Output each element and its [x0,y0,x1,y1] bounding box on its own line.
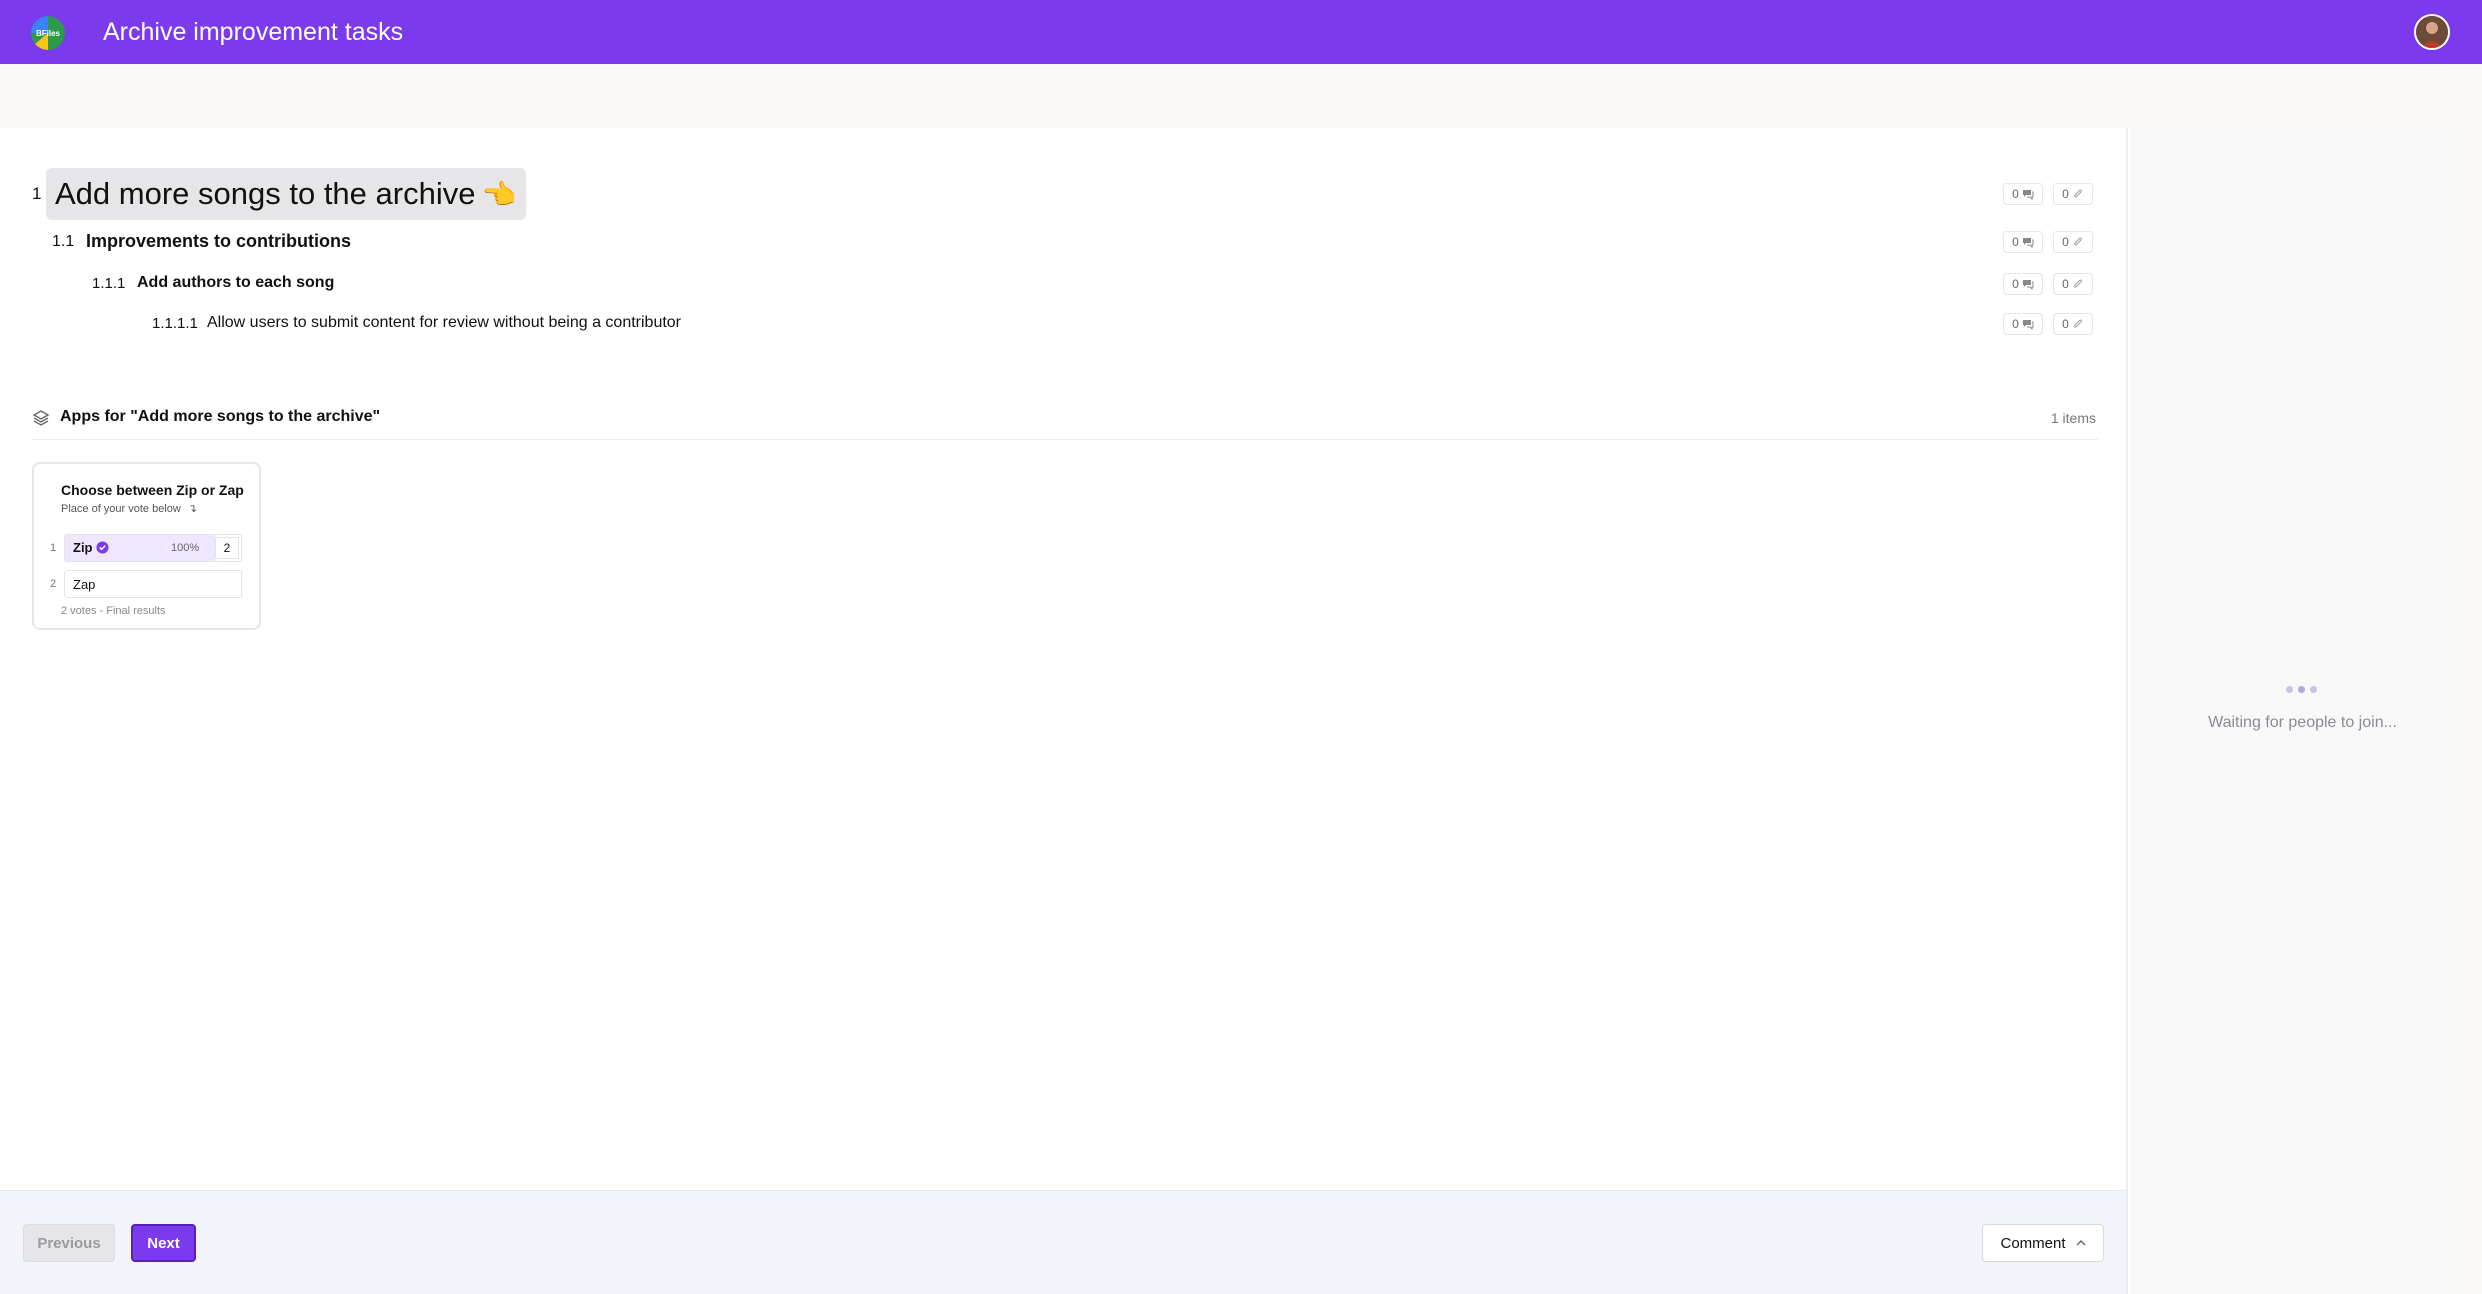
outline-number: 1.1.1 [92,275,126,292]
attachments-count: 0 [2062,187,2069,201]
poll-subtitle: Place of your vote below ↴ [61,502,197,515]
poll-option-votes: 2 [215,537,239,559]
attachments-count: 0 [2062,317,2069,331]
outline-item-title: Add more songs to the archive [55,176,476,211]
poll-option-zap[interactable]: Zap [64,570,242,598]
right-gutter [2452,128,2482,1294]
outline-number: 1 [32,184,42,203]
outline-item-title[interactable]: Allow users to submit content for review… [207,314,681,332]
attachments-badge[interactable]: 0 [2053,313,2093,335]
poll-option-label: Zip [73,540,93,555]
paperclip-icon [2074,237,2082,246]
page-title: Archive improvement tasks [103,18,404,46]
attachments-count: 0 [2062,277,2069,291]
arrow-down-icon: ↴ [187,503,198,515]
outline-item-title[interactable]: Add authors to each song [137,274,334,292]
poll-option-zip[interactable]: Zip 100% 2 [64,534,242,562]
user-avatar[interactable] [2414,14,2450,50]
attachments-badge[interactable]: 0 [2053,273,2093,295]
apps-item-count: 1 items [2050,410,2096,426]
poll-subtitle-text: Place of your vote below [61,503,181,515]
poll-option-label: Zap [73,577,96,592]
comments-count: 0 [2012,235,2019,249]
apps-section-title: Apps for "Add more songs to the archive" [60,408,381,425]
outline-item-title[interactable]: Improvements to contributions [86,231,351,252]
next-button[interactable]: Next [131,1224,196,1262]
row-badges: 0 0 [2003,183,2093,205]
outline-number: 1.1 [52,233,75,250]
footer-bar: Previous Next Comment [0,1190,2128,1294]
comment-icon [2022,320,2034,330]
layers-icon [32,410,50,426]
apps-section-header: Apps for "Add more songs to the archive"… [32,406,2098,440]
comments-badge[interactable]: 0 [2003,273,2043,295]
comments-count: 0 [2012,277,2019,291]
poll-footer: 2 votes - Final results [61,605,166,617]
comments-count: 0 [2012,187,2019,201]
waiting-message: Waiting for people to join... [2208,714,2397,731]
logo-text: BFiles [36,29,61,38]
pointing-hand-icon: 👈 [481,178,517,210]
comment-button[interactable]: Comment [1982,1224,2104,1262]
poll-card[interactable]: Choose between Zip or Zap Place of your … [32,462,261,630]
poll-option-number: 2 [50,578,57,590]
subheader-band [0,64,2482,128]
row-badges: 0 0 [2003,273,2093,295]
comments-count: 0 [2012,317,2019,331]
comment-button-label: Comment [2000,1234,2066,1252]
comments-badge[interactable]: 0 [2003,231,2043,253]
poll-option-percent: 100% [171,542,200,554]
participants-pane: Waiting for people to join... [2130,128,2452,1294]
app-logo[interactable]: BFiles [31,16,65,50]
top-header: BFiles Archive improvement tasks [0,0,2482,64]
main-pane: 1 Add more songs to the archive 👈 0 0 1.… [0,128,2128,1190]
paperclip-icon [2074,319,2082,328]
chevron-up-icon [2076,1240,2086,1246]
paperclip-icon [2074,279,2082,288]
previous-button[interactable]: Previous [23,1224,115,1262]
attachments-badge[interactable]: 0 [2053,231,2093,253]
attachments-count: 0 [2062,235,2069,249]
paperclip-icon [2074,189,2082,198]
comments-badge[interactable]: 0 [2003,183,2043,205]
verified-check-icon [96,541,109,554]
outline-item-selected[interactable]: Add more songs to the archive 👈 [46,168,527,220]
comment-icon [2022,238,2034,248]
comment-icon [2022,190,2034,200]
comments-badge[interactable]: 0 [2003,313,2043,335]
row-badges: 0 0 [2003,313,2093,335]
outline-number: 1.1.1.1 [152,315,198,332]
poll-title: Choose between Zip or Zap [61,482,244,498]
row-badges: 0 0 [2003,231,2093,253]
comment-icon [2022,280,2034,290]
loading-dots-icon [2286,686,2317,693]
attachments-badge[interactable]: 0 [2053,183,2093,205]
poll-option-number: 1 [50,542,57,554]
